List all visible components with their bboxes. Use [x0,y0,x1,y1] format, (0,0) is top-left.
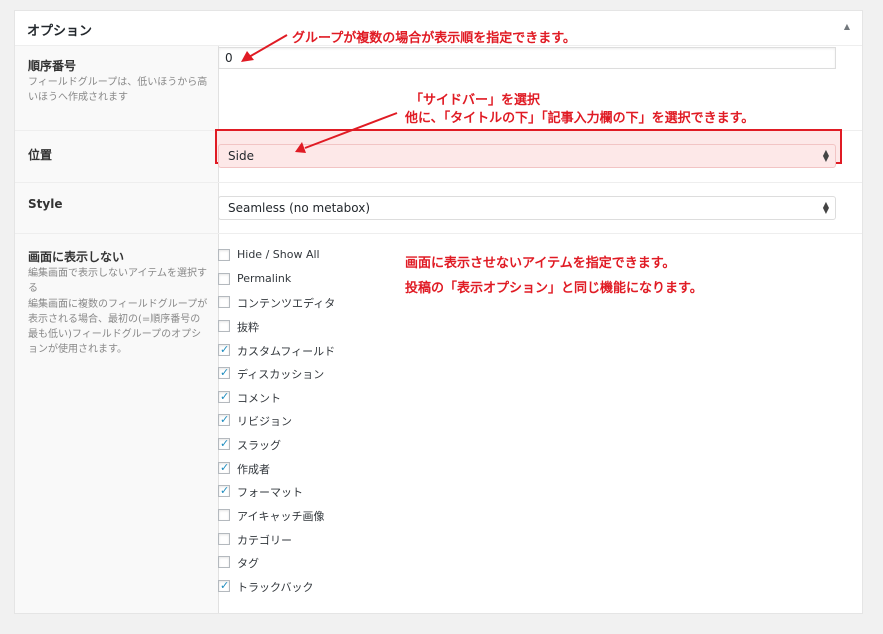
arrowhead-icon [295,142,306,153]
arrowhead-icon [241,51,254,62]
arrow-line [248,34,288,58]
annotation-arrows [241,34,398,153]
arrow-line [304,112,398,149]
